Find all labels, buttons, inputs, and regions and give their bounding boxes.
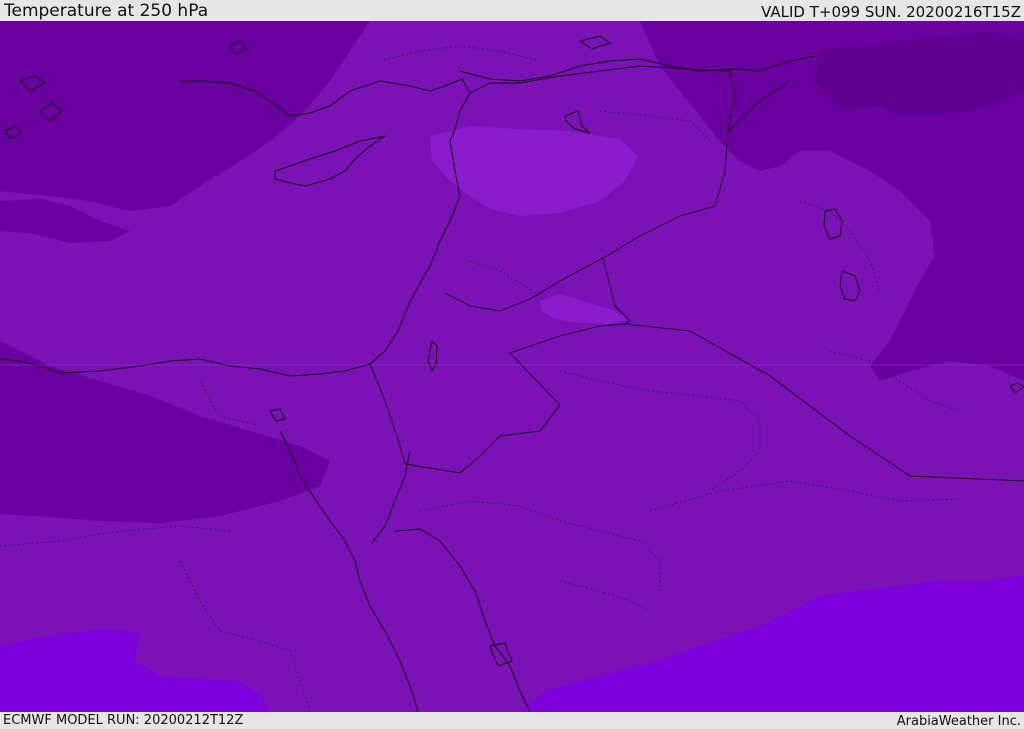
- footer-bar: ECMWF MODEL RUN: 20200212T12Z ArabiaWeat…: [0, 712, 1024, 729]
- credit-label: ArabiaWeather Inc.: [896, 714, 1021, 729]
- map-title: Temperature at 250 hPa: [4, 1, 209, 21]
- valid-time-label: VALID T+099 SUN. 20200216T15Z: [761, 3, 1021, 21]
- header-bar: Temperature at 250 hPa VALID T+099 SUN. …: [0, 0, 1024, 21]
- forecast-map-frame: Temperature at 250 hPa VALID T+099 SUN. …: [0, 0, 1024, 729]
- model-run-label: ECMWF MODEL RUN: 20200212T12Z: [3, 713, 244, 728]
- temperature-map-svg: [0, 21, 1024, 712]
- map-canvas[interactable]: [0, 21, 1024, 712]
